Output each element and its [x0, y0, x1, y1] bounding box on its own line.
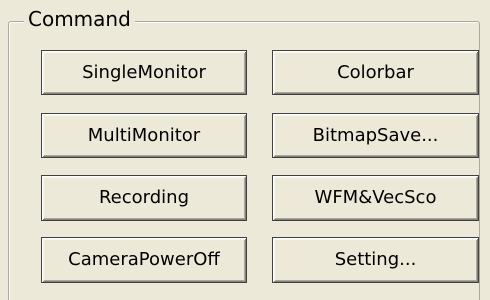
bitmap-save-button[interactable]: BitmapSave... [272, 113, 479, 158]
wfm-vecsco-button[interactable]: WFM&VecSco [272, 175, 479, 221]
single-monitor-button[interactable]: SingleMonitor [41, 50, 247, 95]
command-groupbox-title: Command [24, 7, 135, 31]
camera-power-off-button[interactable]: CameraPowerOff [41, 237, 247, 283]
colorbar-button[interactable]: Colorbar [272, 50, 479, 95]
command-panel: Command SingleMonitor Colorbar MultiMoni… [0, 0, 490, 300]
recording-button[interactable]: Recording [41, 175, 247, 221]
multi-monitor-button[interactable]: MultiMonitor [41, 113, 247, 158]
setting-button[interactable]: Setting... [272, 237, 479, 283]
